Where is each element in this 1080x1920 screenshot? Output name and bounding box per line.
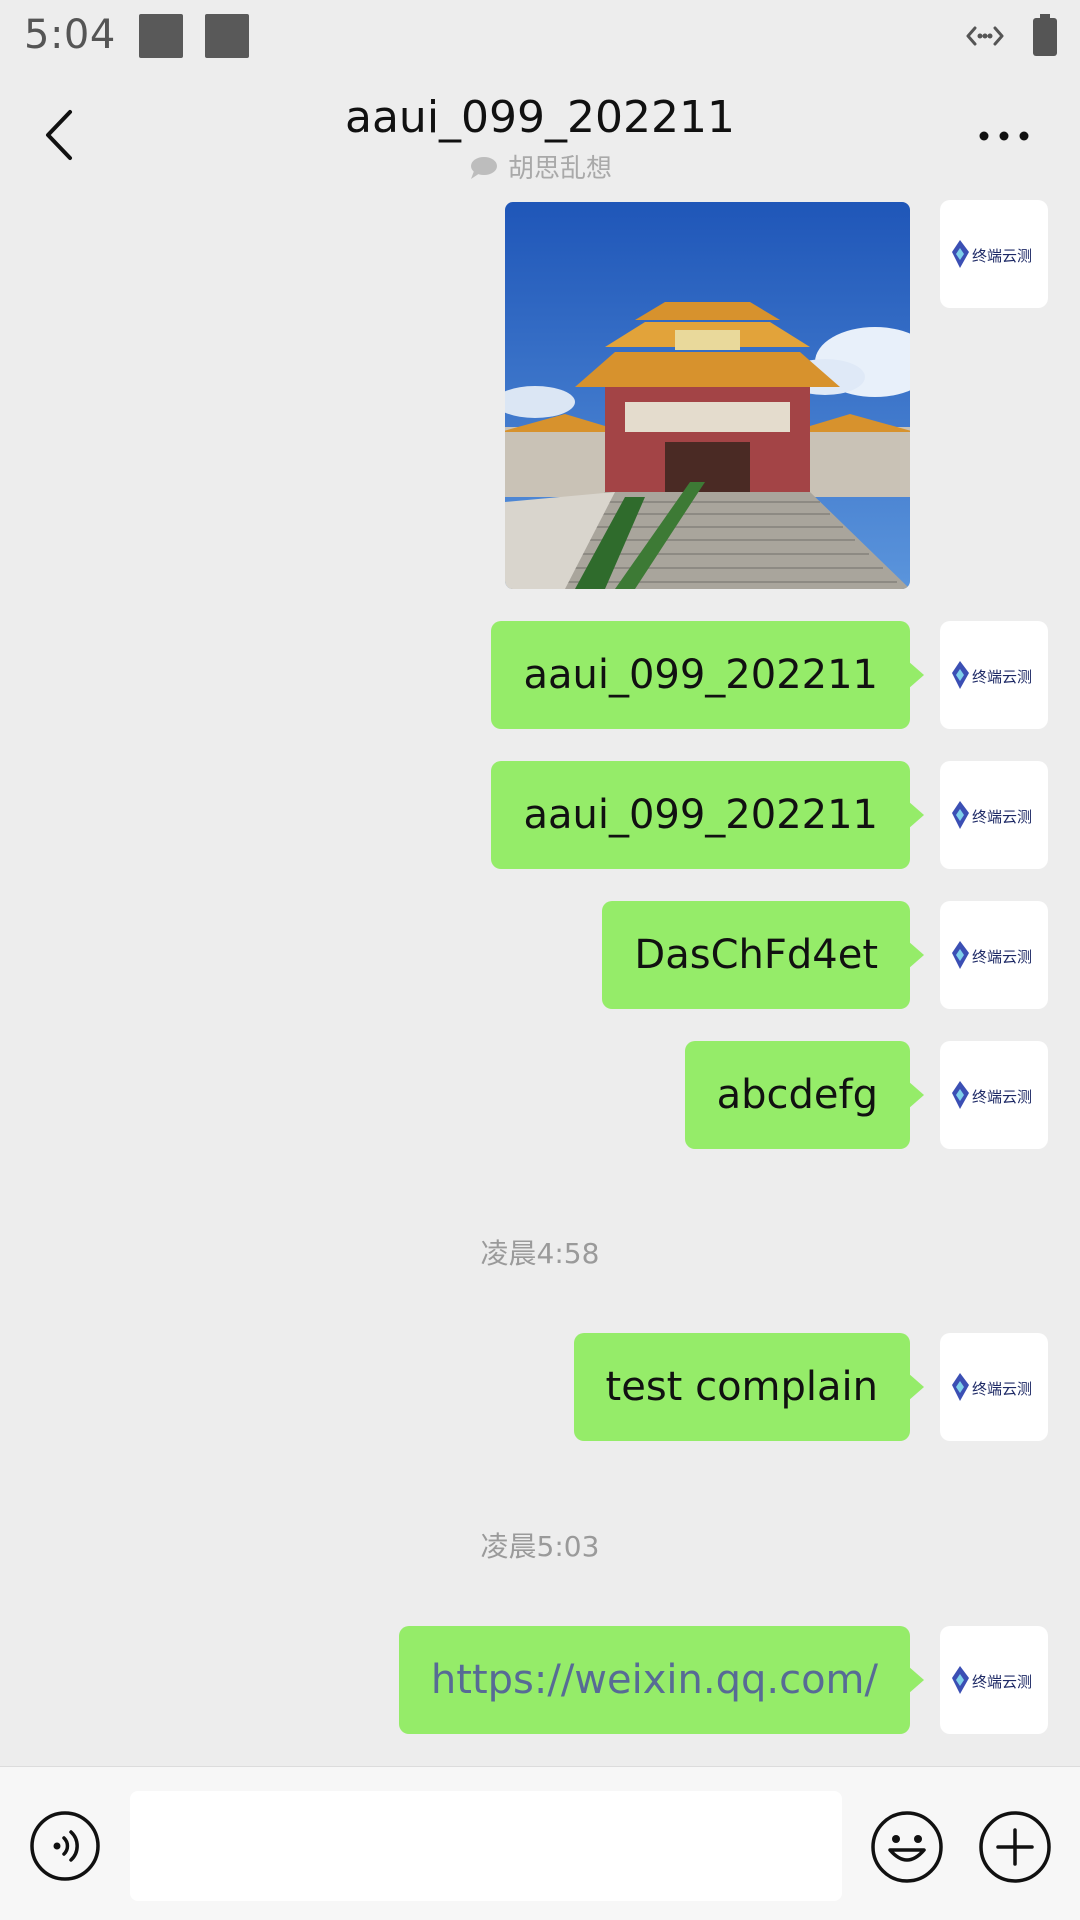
avatar[interactable]: 终端云测 <box>940 200 1048 308</box>
message-bubble[interactable]: test complain <box>573 1333 925 1441</box>
voice-input-icon[interactable] <box>29 1810 101 1882</box>
status-bubble-icon <box>470 157 497 179</box>
message-timestamp: 凌晨4:58 <box>480 1237 600 1270</box>
brand-logo: 终端云测 <box>952 801 1032 829</box>
brand-logo: 终端云测 <box>952 661 1032 689</box>
notification-icon <box>139 14 183 58</box>
message-bubble[interactable]: aaui_099_202211 <box>491 761 924 869</box>
add-more-icon[interactable] <box>978 1810 1052 1884</box>
brand-logo: 终端云测 <box>952 1081 1032 1109</box>
chat-title: aaui_099_202211 <box>345 92 735 143</box>
data-sync-icon <box>966 26 1004 46</box>
svg-text:终端云测: 终端云测 <box>972 1673 1032 1691</box>
chat-status: 胡思乱想 <box>0 148 1080 185</box>
link-message-bubble[interactable]: https://weixin.qq.com/ <box>398 1626 925 1734</box>
status-bar: 5:04 <box>0 0 1080 78</box>
message-bubble[interactable]: DasChFd4et <box>602 901 924 1009</box>
notification-icon <box>205 14 249 58</box>
nav-bar: aaui_099_202211 胡思乱想 <box>0 78 1080 200</box>
svg-text:终端云测: 终端云测 <box>972 668 1032 686</box>
message-input[interactable] <box>130 1791 842 1901</box>
avatar[interactable]: 终端云测 <box>940 1333 1048 1441</box>
message-timestamp: 凌晨5:03 <box>480 1530 600 1563</box>
svg-text:终端云测: 终端云测 <box>972 1380 1032 1398</box>
brand-logo: 终端云测 <box>952 1373 1032 1401</box>
svg-text:终端云测: 终端云测 <box>972 948 1032 966</box>
avatar[interactable]: 终端云测 <box>940 621 1048 729</box>
status-time: 5:04 <box>24 12 116 58</box>
brand-logo: 终端云测 <box>952 1666 1032 1694</box>
message-bubble[interactable]: abcdefg <box>684 1041 925 1149</box>
svg-text:终端云测: 终端云测 <box>972 247 1032 265</box>
brand-logo: 终端云测 <box>952 941 1032 969</box>
avatar[interactable]: 终端云测 <box>940 901 1048 1009</box>
brand-logo: 终端云测 <box>952 240 1032 268</box>
temple-photo <box>505 202 910 589</box>
message-list[interactable]: 终端云测 aaui_099_202211 终端云测 aaui_099_20221… <box>0 200 1080 1766</box>
svg-text:终端云测: 终端云测 <box>972 1088 1032 1106</box>
avatar[interactable]: 终端云测 <box>940 1626 1048 1734</box>
svg-text:终端云测: 终端云测 <box>972 808 1032 826</box>
avatar[interactable]: 终端云测 <box>940 761 1048 869</box>
chat-screen: 5:04 aaui_099_202211 胡思乱想 终端云测 aaui_099_… <box>0 0 1080 1920</box>
input-bar <box>0 1766 1080 1920</box>
more-options-icon[interactable] <box>976 128 1032 144</box>
image-message[interactable] <box>505 202 910 589</box>
message-bubble[interactable]: aaui_099_202211 <box>491 621 924 729</box>
chat-status-text: 胡思乱想 <box>507 154 612 184</box>
avatar[interactable]: 终端云测 <box>940 1041 1048 1149</box>
battery-icon <box>1033 14 1057 56</box>
emoji-icon[interactable] <box>870 1810 944 1884</box>
